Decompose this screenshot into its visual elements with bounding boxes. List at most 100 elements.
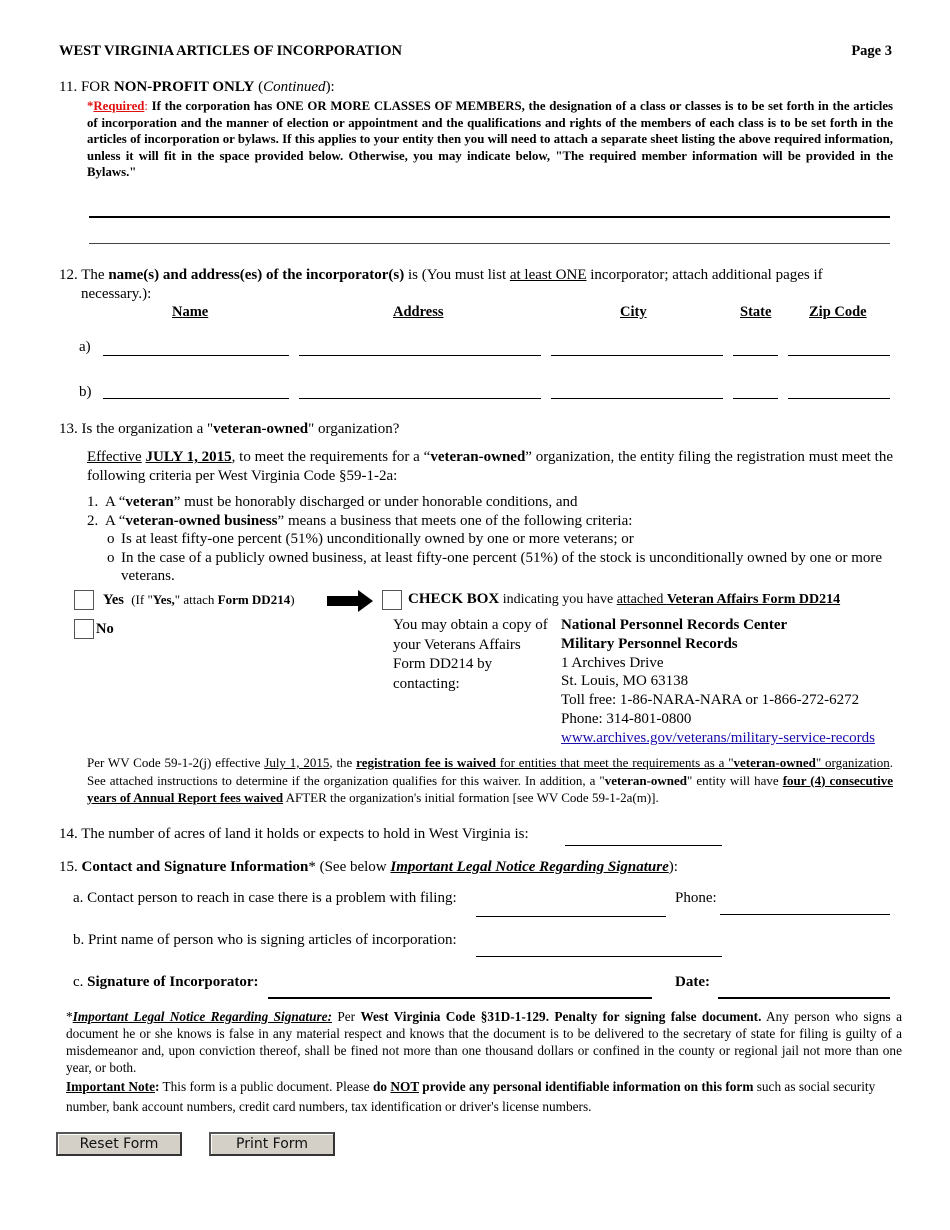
dd214-attached-checkbox[interactable]	[382, 590, 402, 610]
page-number: Page 3	[851, 43, 892, 59]
text: In the case of a publicly owned business…	[121, 549, 883, 585]
contact-city: St. Louis, MO 63138	[561, 673, 689, 690]
text: attached	[616, 592, 667, 607]
signature-field[interactable]	[268, 981, 652, 999]
section-15-heading: 15. Contact and Signature Information* (…	[59, 859, 678, 876]
section-11-required-text: *Required: If the corporation has ONE OR…	[87, 98, 893, 181]
incorporator-a-state[interactable]	[733, 339, 778, 356]
signature-of-incorporator-label: Signature of Incorporator:	[87, 974, 259, 990]
column-header-state: State	[740, 304, 772, 320]
veteran-owned-label: veteran-owned	[733, 755, 816, 770]
required-colon: :	[144, 99, 152, 113]
text: " entity will have	[687, 772, 783, 788]
row-label-a: a)	[79, 339, 91, 355]
contact-tollfree: Toll free: 1-86-NARA-NARA or 1-866-272-6…	[561, 692, 860, 709]
incorporator-a-name[interactable]	[103, 339, 289, 356]
archives-link[interactable]: www.archives.gov/veterans/military-servi…	[561, 730, 875, 746]
signer-name-label: b. Print name of person who is signing a…	[73, 932, 457, 948]
text: c.	[73, 974, 88, 990]
contact-person-label: a. Contact person to reach in case there…	[73, 890, 457, 906]
incorporator-label: name(s) and address(es) of the incorpora…	[108, 267, 405, 283]
text: 12. The	[59, 267, 109, 283]
section-12-heading: 12. The name(s) and address(es) of the i…	[59, 266, 879, 304]
veteran-owned-label: veteran-owned	[604, 772, 688, 788]
required-label: Required	[93, 99, 145, 113]
text: necessary.):	[81, 286, 152, 302]
important-note: Important Note: This form is a public do…	[66, 1077, 902, 1117]
criteria-item-2: 2. A “veteran-owned business” means a bus…	[87, 512, 893, 531]
bullet: o	[107, 531, 115, 547]
wv-code: West Virginia Code §31D-1-129.	[360, 1009, 550, 1024]
yes-label: Yes	[103, 592, 124, 608]
text: " organization	[815, 755, 890, 770]
effective-paragraph: Effective JULY 1, 2015, to meet the requ…	[87, 448, 893, 485]
text: This form is a public document. Please	[159, 1079, 374, 1094]
text: ):	[668, 859, 678, 875]
form-title: WEST VIRGINIA ARTICLES OF INCORPORATION	[59, 43, 403, 59]
dd214-attached-label: CHECK BOX indicating you have attached V…	[408, 591, 840, 608]
paren: ):	[325, 79, 335, 95]
acres-field[interactable]	[565, 829, 722, 846]
row-label-b: b)	[79, 384, 92, 400]
criteria-item-1: 1. A “veteran” must be honorably discharg…	[87, 493, 893, 512]
criteria-sub-1: o Is at least fifty-one percent (51%) unc…	[87, 530, 893, 549]
paren: (	[254, 79, 264, 95]
incorporator-b-name[interactable]	[103, 382, 289, 399]
important-note-title: Important Note	[66, 1079, 156, 1094]
text: A “	[105, 494, 126, 510]
veteran-owned-business-term: veteran-owned business	[125, 512, 278, 529]
contact-phone: Phone: 314-801-0800	[561, 710, 692, 727]
list-number: 2.	[87, 512, 99, 529]
incorporator-a-address[interactable]	[299, 339, 541, 356]
criteria-list: 1. A “veteran” must be honorably discharg…	[87, 493, 893, 586]
incorporator-b-zip[interactable]	[788, 382, 890, 399]
section-13-question: 13. Is the organization a "veteran-owned…	[59, 421, 399, 438]
criteria-sub-2: o In the case of a publicly owned busines…	[87, 549, 893, 586]
incorporator-b-address[interactable]	[299, 382, 541, 399]
reset-form-button[interactable]: Reset Form	[56, 1132, 182, 1156]
text: is (You must list	[404, 267, 510, 283]
no-checkbox[interactable]	[74, 619, 94, 639]
section-14-label: 14. The number of acres of land it holds…	[59, 826, 529, 842]
fee-date: July 1, 2015	[264, 755, 330, 770]
member-info-line-1[interactable]	[89, 200, 890, 218]
text: Per	[332, 1009, 361, 1024]
column-header-name: Name	[172, 304, 209, 320]
obtain-copy-text: You may obtain a copy of your Veterans A…	[393, 617, 548, 692]
contact-person-field[interactable]	[476, 900, 666, 917]
signer-name-field[interactable]	[476, 940, 722, 957]
phone-field[interactable]	[720, 898, 890, 915]
required-body: If the corporation has ONE OR MORE CLASS…	[87, 99, 894, 180]
text: " attach	[174, 592, 218, 607]
print-form-button[interactable]: Print Form	[209, 1132, 335, 1156]
list-number: 1.	[87, 494, 99, 510]
column-header-address: Address	[393, 304, 444, 320]
yes-checkbox[interactable]	[74, 590, 94, 610]
text: ” must be honorably discharged or under …	[173, 494, 578, 510]
incorporator-b-city[interactable]	[551, 382, 723, 399]
incorporator-a-zip[interactable]	[788, 339, 890, 356]
text: ” means a business that meets one of the…	[277, 512, 633, 529]
incorporator-b-state[interactable]	[733, 382, 778, 399]
effective-label: Effective	[87, 449, 142, 465]
incorporator-a-city[interactable]	[551, 339, 723, 356]
text: Per WV Code 59-1-2(j) effective	[87, 755, 265, 770]
text: *	[308, 859, 316, 875]
veteran-affairs-form-label: Veteran Affairs Form DD214	[666, 592, 841, 607]
legal-notice: *Important Legal Notice Regarding Signat…	[66, 1008, 902, 1076]
form-dd214-label: Form DD214	[217, 592, 291, 607]
text: 15.	[59, 859, 82, 875]
check-box-label: CHECK BOX	[408, 591, 500, 607]
text: do	[373, 1079, 391, 1094]
date-label: Date:	[675, 974, 710, 990]
bullet: o	[107, 549, 115, 566]
arrow-right-icon	[327, 590, 373, 612]
effective-date: JULY 1, 2015	[145, 449, 232, 465]
date-field[interactable]	[718, 981, 890, 999]
text: " organization?	[308, 421, 400, 437]
veteran-owned-label: veteran-owned	[213, 421, 309, 437]
fee-waiver-paragraph: Per WV Code 59-1-2(j) effective July 1, …	[87, 754, 893, 807]
phone-label: Phone:	[675, 890, 717, 906]
contact-signature-label: Contact and Signature Information	[81, 859, 309, 875]
member-info-line-2[interactable]	[89, 227, 890, 244]
